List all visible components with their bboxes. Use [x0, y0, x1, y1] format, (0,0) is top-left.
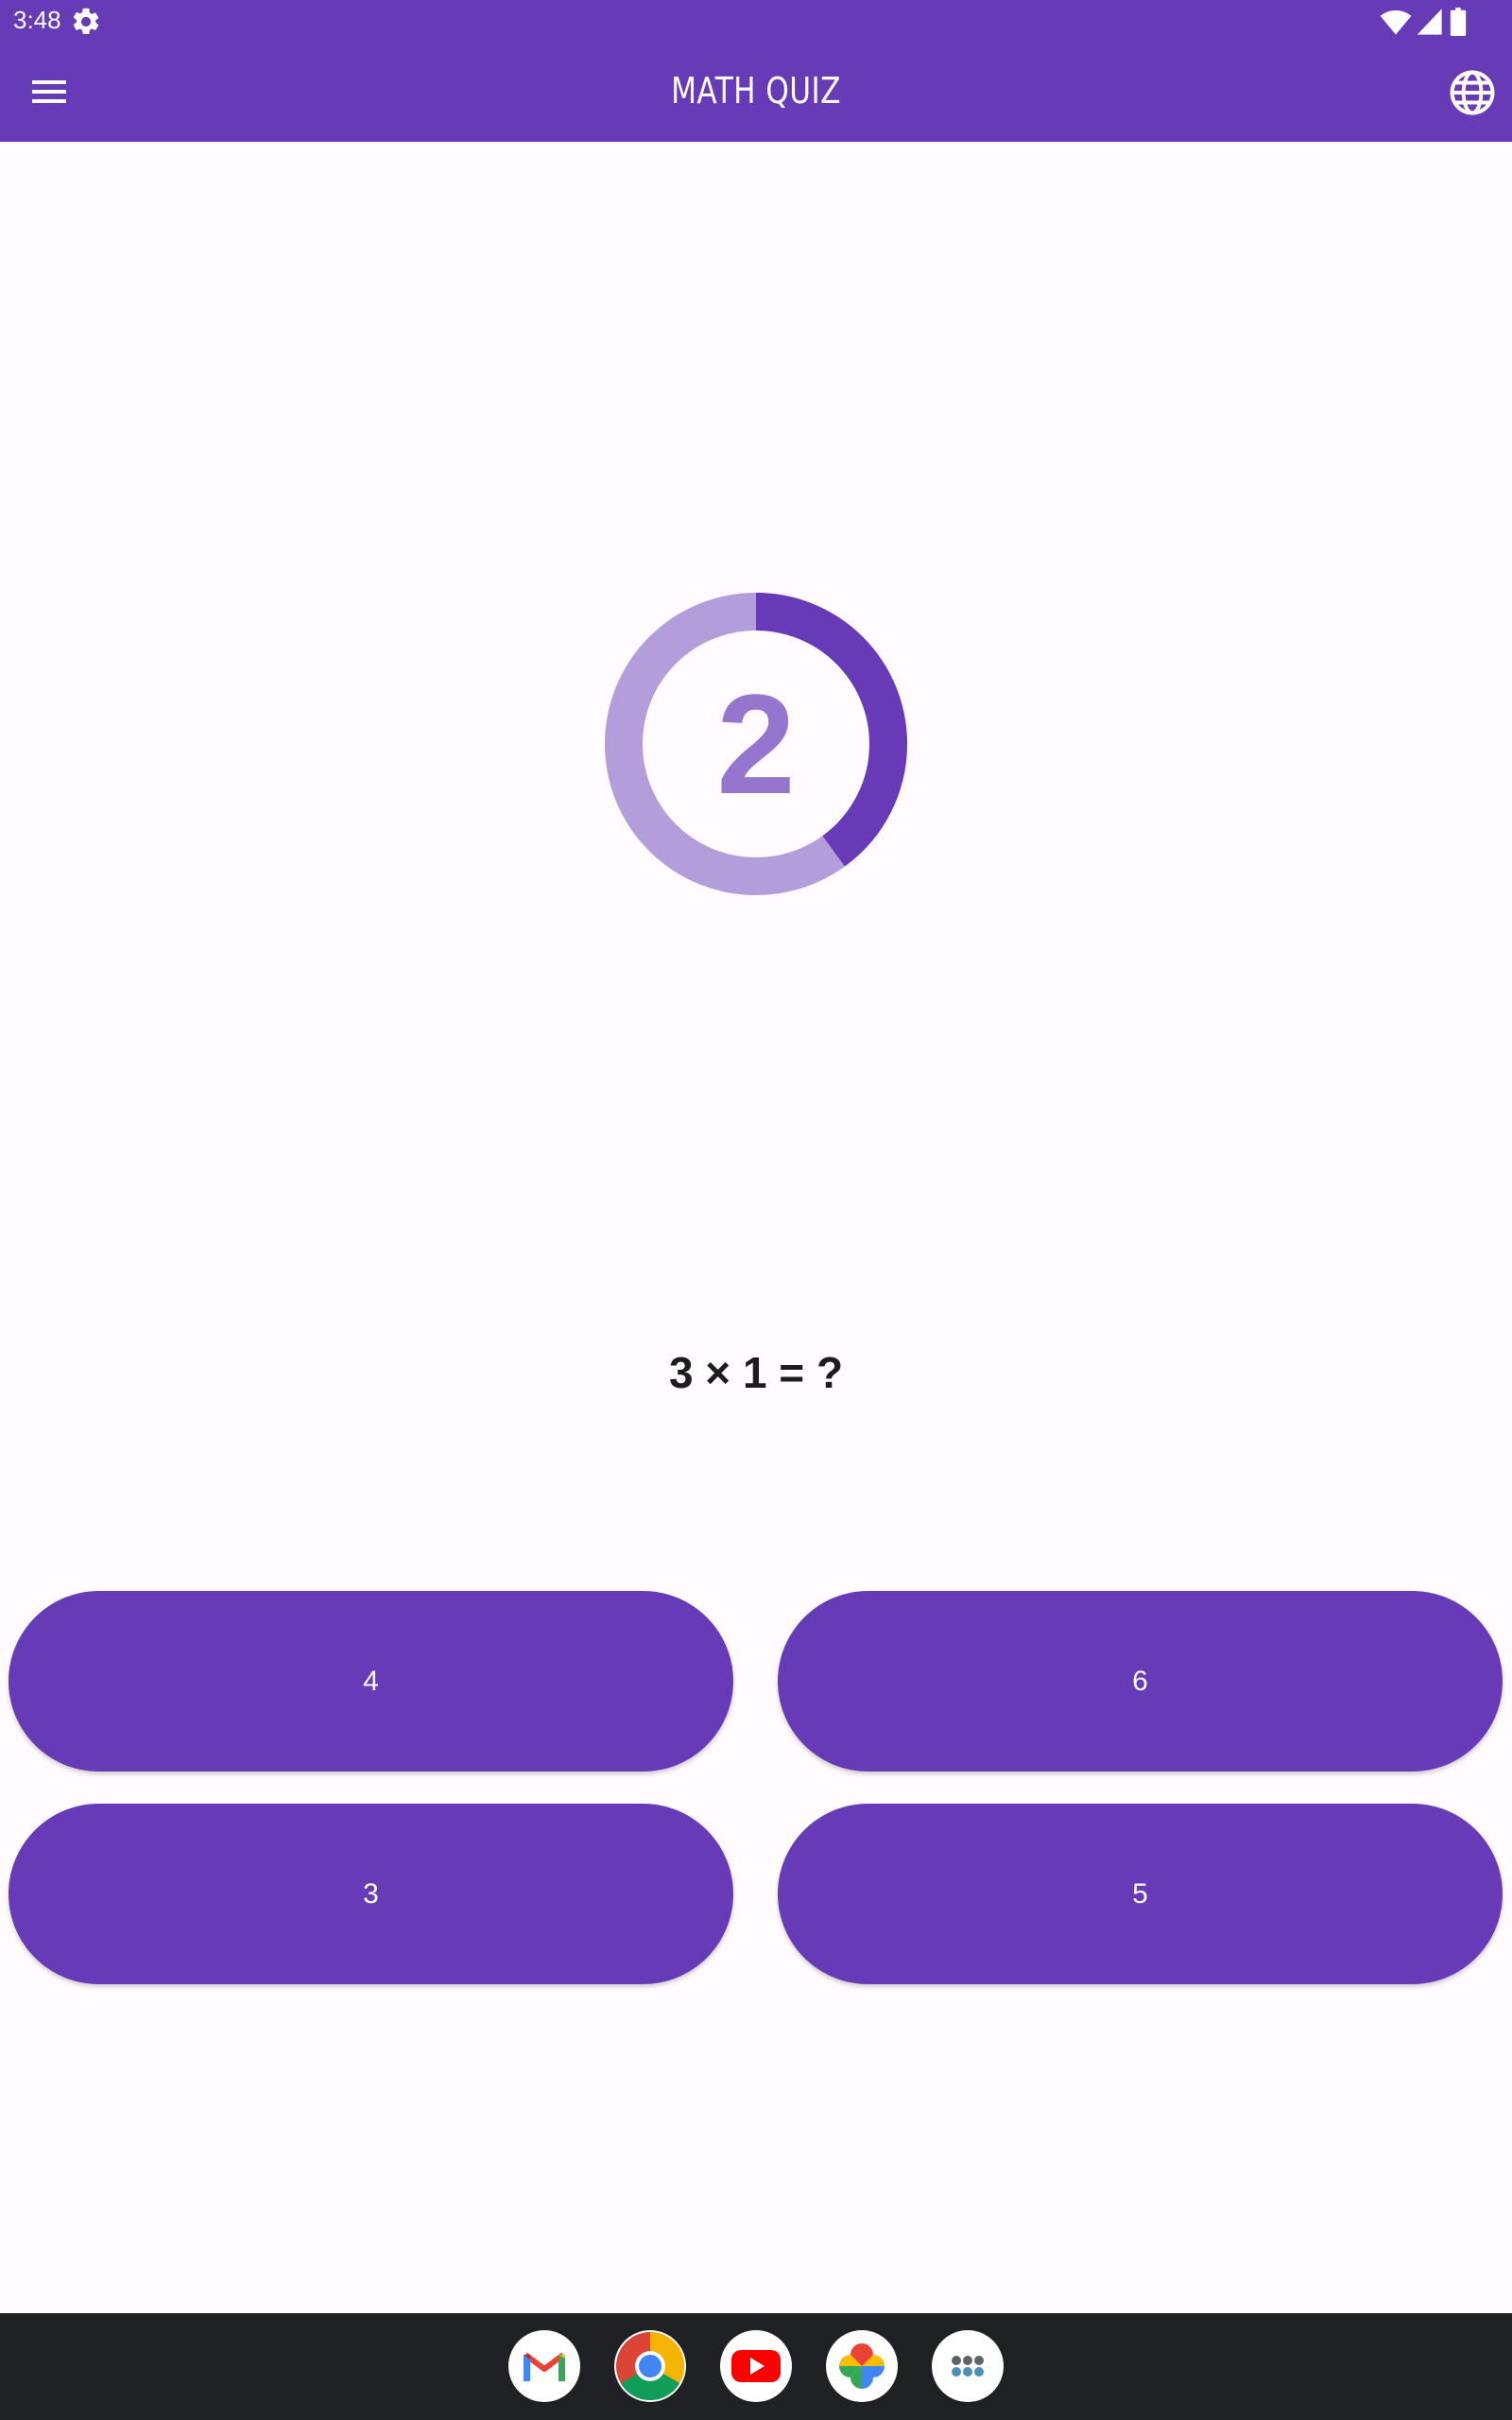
quiz-screen: 3:48 MATH QUIZ 2 3 × 1 = ? 4 6 3 5 — [0, 0, 1512, 2420]
cell-signal-icon — [1417, 9, 1442, 35]
menu-icon — [32, 80, 66, 103]
timer-seconds: 2 — [716, 665, 796, 823]
countdown-timer: 2 — [601, 589, 911, 899]
app-bar: MATH QUIZ — [0, 43, 1512, 142]
photos-icon — [839, 2343, 885, 2389]
app-drawer-icon — [952, 2356, 984, 2377]
photos-app[interactable] — [826, 2330, 898, 2402]
gmail-icon — [524, 2352, 565, 2381]
gmail-app[interactable] — [508, 2330, 580, 2402]
menu-button[interactable] — [21, 68, 77, 115]
status-bar: 3:48 — [0, 0, 1512, 43]
globe-icon — [1450, 70, 1495, 115]
youtube-app[interactable] — [720, 2330, 792, 2402]
question-text: 3 × 1 = ? — [668, 1348, 844, 1397]
app-drawer[interactable] — [932, 2330, 1004, 2402]
taskbar — [0, 2313, 1512, 2420]
answer-button-4[interactable]: 5 — [778, 1804, 1503, 1984]
battery-icon — [1450, 8, 1467, 36]
answer-button-3[interactable]: 3 — [9, 1804, 733, 1984]
chrome-icon — [616, 2332, 685, 2401]
settings-gear-icon — [70, 6, 102, 38]
answer-button-1[interactable]: 4 — [9, 1591, 733, 1772]
status-time: 3:48 — [13, 6, 61, 34]
youtube-icon — [731, 2350, 781, 2382]
answer-button-2[interactable]: 6 — [778, 1591, 1503, 1772]
language-button[interactable] — [1446, 66, 1499, 119]
wifi-icon — [1380, 10, 1412, 35]
app-title: MATH QUIZ — [671, 70, 841, 112]
chrome-app[interactable] — [614, 2330, 686, 2402]
